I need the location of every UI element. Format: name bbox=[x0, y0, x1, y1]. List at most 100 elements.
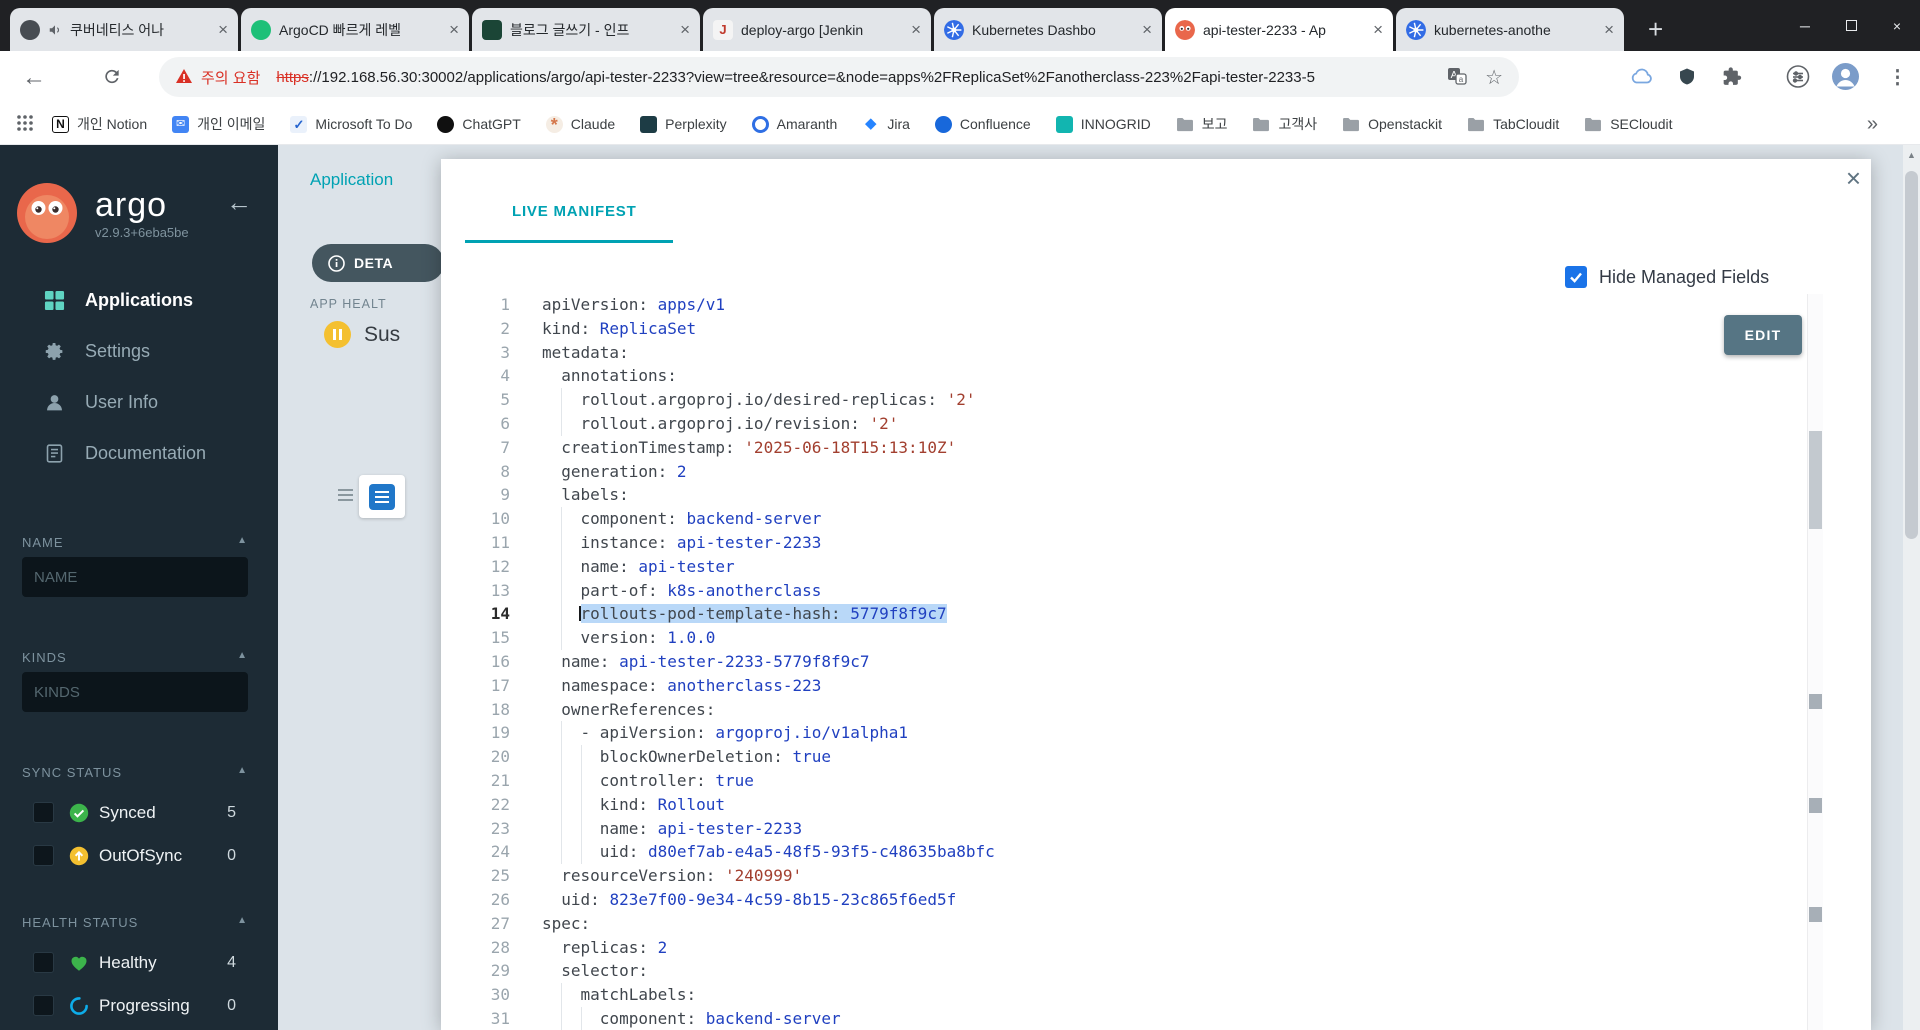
browser-tab[interactable]: ArgoCD 빠르게 레벨 × bbox=[241, 8, 469, 51]
collapse-triangle-icon[interactable]: ▲ bbox=[237, 915, 248, 926]
translate-icon[interactable]: Aa bbox=[1447, 66, 1467, 89]
extensions-puzzle-icon[interactable] bbox=[1722, 66, 1742, 89]
browser-menu-icon[interactable]: ⋮ bbox=[1888, 66, 1907, 89]
code-scrollbar-thumb[interactable] bbox=[1809, 431, 1822, 529]
filter-header-health-status[interactable]: HEALTH STATUS ▲ bbox=[22, 915, 248, 930]
line-number: 14 bbox=[490, 604, 510, 624]
filter-checkbox[interactable] bbox=[33, 995, 54, 1016]
bookmark-label: TabCloudit bbox=[1493, 116, 1560, 132]
argo-sidebar: ← argo v2.9.3+6eba5be Applications Settin… bbox=[0, 145, 278, 1030]
details-button[interactable]: DETA bbox=[312, 244, 444, 282]
pinned-extension-icon[interactable] bbox=[1678, 67, 1696, 88]
bookmark-label: ChatGPT bbox=[462, 116, 521, 132]
filter-checkbox[interactable] bbox=[33, 802, 54, 823]
bookmark-item[interactable]: 고객사 bbox=[1252, 114, 1317, 134]
bookmarks-overflow-icon[interactable]: » bbox=[1867, 113, 1878, 136]
apps-grid-icon[interactable] bbox=[16, 114, 34, 135]
tab-title: ArgoCD 빠르게 레벨 bbox=[279, 21, 401, 38]
sidebar-item-user-info[interactable]: User Info bbox=[0, 377, 278, 428]
window-close-button[interactable]: × bbox=[1874, 0, 1920, 51]
collapse-triangle-icon[interactable]: ▲ bbox=[237, 650, 248, 661]
tab-close-icon[interactable]: × bbox=[449, 21, 459, 38]
filter-healthy[interactable]: Healthy 4 bbox=[0, 941, 278, 984]
bookmark-item[interactable]: Amaranth bbox=[751, 115, 838, 133]
tab-close-icon[interactable]: × bbox=[218, 21, 228, 38]
collapse-triangle-icon[interactable]: ▲ bbox=[237, 765, 248, 776]
tab-close-icon[interactable]: × bbox=[1142, 21, 1152, 38]
manifest-code[interactable]: 1 apiVersion: apps/v1 2 kind: ReplicaSet 3 me… bbox=[441, 293, 1805, 1030]
bookmark-item[interactable]: ChatGPT bbox=[437, 115, 521, 133]
bookmark-item[interactable]: * Claude bbox=[545, 115, 615, 134]
bookmark-item[interactable]: 보고 bbox=[1176, 114, 1227, 134]
browser-tab[interactable]: Jdeploy-argo [Jenkin × bbox=[703, 8, 931, 51]
refresh-button[interactable] bbox=[102, 66, 122, 89]
bookmark-item[interactable]: ✓ Microsoft To Do bbox=[290, 115, 412, 133]
security-warning-icon[interactable] bbox=[175, 68, 193, 87]
bookmark-item[interactable]: Perplexity bbox=[640, 115, 727, 133]
profile-avatar[interactable] bbox=[1832, 62, 1859, 93]
filter-synced[interactable]: Synced 5 bbox=[0, 791, 278, 834]
list-icon[interactable] bbox=[338, 489, 353, 501]
filter-header-sync-status[interactable]: SYNC STATUS ▲ bbox=[22, 765, 248, 780]
collapse-triangle-icon[interactable]: ▲ bbox=[237, 535, 248, 546]
cloud-extension-icon[interactable] bbox=[1630, 64, 1654, 91]
filter-outofsync[interactable]: OutOfSync 0 bbox=[0, 834, 278, 877]
filter-header-kinds[interactable]: KINDS ▲ bbox=[22, 650, 248, 665]
line-number: 23 bbox=[490, 818, 510, 838]
browser-tab[interactable]: Kubernetes Dashbo × bbox=[934, 8, 1162, 51]
code-line: 25 resourceVersion: '240999' bbox=[441, 864, 1805, 888]
line-number: 28 bbox=[490, 937, 510, 957]
page-scrollbar-thumb[interactable] bbox=[1905, 171, 1918, 539]
sidebar-collapse-icon[interactable]: ← bbox=[226, 187, 252, 218]
media-controls-icon[interactable] bbox=[1786, 64, 1810, 91]
bookmark-item[interactable]: ✉ 개인 이메일 bbox=[172, 114, 265, 134]
tab-live-manifest[interactable]: LIVE MANIFEST bbox=[512, 203, 637, 220]
sidebar-item-applications[interactable]: Applications bbox=[0, 275, 278, 326]
browser-tab[interactable]: 쿠버네티스 어나 × bbox=[10, 8, 238, 51]
tab-close-icon[interactable]: × bbox=[680, 21, 690, 38]
healthy-heart-icon bbox=[71, 956, 87, 971]
panel-close-icon[interactable]: × bbox=[1846, 165, 1861, 191]
filter-progressing[interactable]: Progressing 0 bbox=[0, 984, 278, 1027]
tab-title: deploy-argo [Jenkin bbox=[741, 21, 864, 38]
browser-tab[interactable]: api-tester-2233 - Ap × bbox=[1165, 8, 1393, 51]
page-scrollbar[interactable]: ▲ bbox=[1903, 145, 1920, 1030]
name-filter-input[interactable] bbox=[22, 557, 248, 597]
window-minimize-button[interactable]: ─ bbox=[1782, 0, 1828, 51]
filter-checkbox[interactable] bbox=[33, 952, 54, 973]
resource-node-card[interactable] bbox=[359, 475, 405, 518]
bookmark-item[interactable]: SECloudit bbox=[1584, 116, 1672, 132]
browser-tab[interactable]: kubernetes-anothe × bbox=[1396, 8, 1624, 51]
back-button[interactable]: ← bbox=[22, 64, 46, 92]
bookmark-star-icon[interactable]: ☆ bbox=[1485, 65, 1503, 90]
code-scrollbar[interactable] bbox=[1807, 294, 1823, 1030]
tab-close-icon[interactable]: × bbox=[1604, 21, 1614, 38]
sidebar-item-documentation[interactable]: Documentation bbox=[0, 428, 278, 479]
bookmark-item[interactable]: INNOGRID bbox=[1055, 115, 1151, 133]
filter-header-name[interactable]: NAME ▲ bbox=[22, 535, 248, 550]
tab-title: api-tester-2233 - Ap bbox=[1203, 21, 1326, 38]
address-bar[interactable]: 주의 요함 https://192.168.56.30:30002/applic… bbox=[159, 57, 1519, 97]
breadcrumb[interactable]: Application bbox=[310, 170, 393, 190]
code-line: 23 name: api-tester-2233 bbox=[441, 816, 1805, 841]
scrollbar-match-marker bbox=[1809, 694, 1822, 709]
hide-managed-fields-checkbox[interactable] bbox=[1565, 266, 1587, 288]
confluence-icon bbox=[934, 115, 952, 133]
bookmark-item[interactable]: N 개인 Notion bbox=[52, 114, 147, 134]
bookmark-label: Amaranth bbox=[776, 116, 838, 132]
new-tab-button[interactable]: + bbox=[1648, 15, 1663, 43]
kinds-filter-input[interactable] bbox=[22, 672, 248, 712]
filter-checkbox[interactable] bbox=[33, 845, 54, 866]
tab-close-icon[interactable]: × bbox=[1373, 21, 1383, 38]
browser-tab[interactable]: 블로그 글쓰기 - 인프 × bbox=[472, 8, 700, 51]
bookmark-item[interactable]: TabCloudit bbox=[1467, 116, 1559, 132]
sidebar-item-settings[interactable]: Settings bbox=[0, 326, 278, 377]
bookmark-item[interactable]: Confluence bbox=[934, 115, 1031, 133]
hide-managed-fields-toggle[interactable]: Hide Managed Fields bbox=[1565, 266, 1769, 288]
window-maximize-button[interactable] bbox=[1828, 0, 1874, 51]
bookmark-item[interactable]: Openstackit bbox=[1342, 116, 1442, 132]
url-rest: ://192.168.56.30:30002/applications/argo… bbox=[308, 68, 1315, 86]
scrollbar-up-arrow[interactable]: ▲ bbox=[1903, 145, 1920, 165]
bookmark-item[interactable]: ◆ Jira bbox=[862, 115, 910, 133]
tab-close-icon[interactable]: × bbox=[911, 21, 921, 38]
